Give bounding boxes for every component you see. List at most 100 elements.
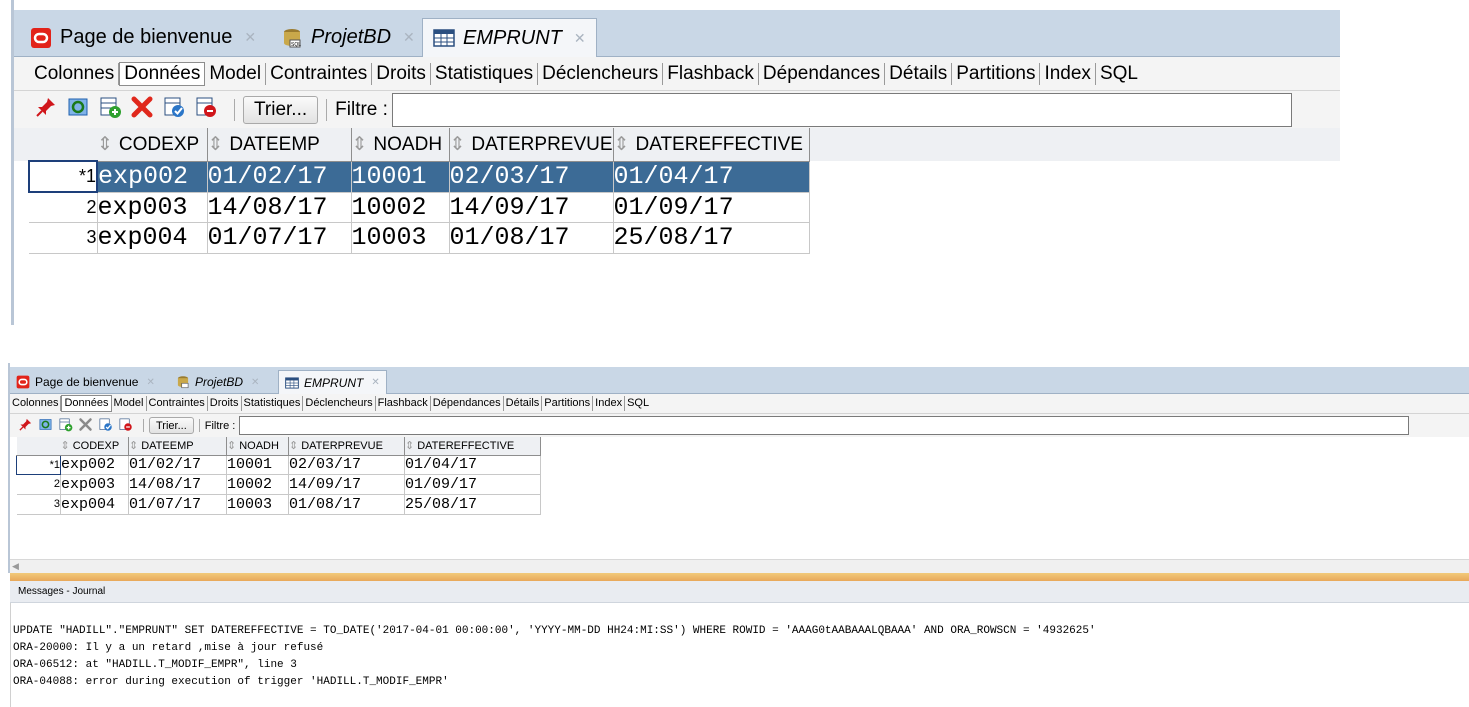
subtab-contraintes[interactable]: Contraintes — [266, 62, 373, 85]
subtab-dependances[interactable]: Dépendances — [759, 62, 886, 85]
pin-icon[interactable] — [18, 417, 33, 435]
filter-input[interactable] — [391, 92, 1292, 127]
insert-row-icon[interactable] — [98, 95, 122, 125]
table-row[interactable]: 3 exp004 01/07/17 10003 01/08/17 25/08/1… — [29, 222, 810, 254]
close-icon[interactable]: ✕ — [146, 377, 154, 388]
table-cell[interactable]: exp004 — [97, 222, 208, 254]
subtab-statistiques[interactable]: Statistiques — [242, 396, 304, 411]
table-cell[interactable]: 10003 — [351, 222, 450, 254]
subtab-donnees[interactable]: Données — [61, 395, 112, 412]
table-row[interactable]: *1 exp002 01/02/17 10001 02/03/17 01/04/… — [28, 160, 810, 193]
table-cell[interactable]: 01/09/17 — [613, 192, 810, 223]
table-cell[interactable]: 02/03/17 — [288, 455, 405, 475]
table-cell[interactable]: 10002 — [226, 474, 289, 495]
subtab-model[interactable]: Model — [205, 62, 267, 85]
subtab-donnees[interactable]: Données — [119, 61, 206, 86]
table-cell[interactable]: 25/08/17 — [404, 494, 541, 515]
pin-icon[interactable] — [34, 95, 58, 125]
subtab-dependances[interactable]: Dépendances — [431, 396, 504, 411]
column-header-codexp[interactable]: ⇕ CODEXP — [97, 128, 208, 162]
close-icon[interactable]: ✕ — [403, 29, 415, 46]
horizontal-scrollbar[interactable]: ◀ — [10, 559, 1469, 573]
close-icon[interactable]: ✕ — [251, 377, 259, 388]
table-row[interactable]: *1 exp002 01/02/17 10001 02/03/17 01/04/… — [16, 454, 541, 475]
insert-row-icon[interactable] — [58, 417, 73, 435]
tab-emprunt[interactable]: EMPRUNT ✕ — [422, 18, 597, 57]
row-number[interactable]: 2 — [16, 474, 61, 495]
table-row[interactable]: 3 exp004 01/07/17 10003 01/08/17 25/08/1… — [16, 494, 541, 515]
tab-projetbd[interactable]: SQL ProjetBD ✕ — [271, 18, 425, 57]
column-header-dateemp[interactable]: ⇕ DATEEMP — [128, 437, 227, 456]
row-number[interactable]: 3 — [16, 494, 61, 515]
column-header-datereffective[interactable]: ⇕ DATEREFFECTIVE — [613, 128, 810, 162]
table-cell[interactable]: 10001 — [226, 455, 289, 475]
subtab-details[interactable]: Détails — [504, 396, 543, 411]
table-cell[interactable]: 14/08/17 — [207, 192, 352, 223]
refresh-icon[interactable] — [38, 417, 53, 435]
table-cell[interactable]: 01/04/17 — [613, 161, 810, 193]
table-cell[interactable]: 14/09/17 — [288, 474, 405, 495]
subtab-sql[interactable]: SQL — [1096, 63, 1142, 85]
row-number[interactable]: *1 — [28, 160, 98, 193]
close-icon[interactable]: ✕ — [371, 377, 379, 388]
subtab-index[interactable]: Index — [1040, 62, 1096, 85]
column-header-noadh[interactable]: ⇕ NOADH — [226, 437, 289, 456]
table-cell[interactable]: exp004 — [60, 494, 129, 515]
close-icon[interactable]: ✕ — [574, 30, 586, 47]
rollback-icon[interactable] — [118, 417, 133, 435]
panel-splitter[interactable] — [10, 573, 1469, 581]
subtab-flashback[interactable]: Flashback — [376, 396, 431, 411]
tab-page-de-bienvenue[interactable]: Page de bienvenue ✕ — [20, 18, 266, 57]
subtab-partitions[interactable]: Partitions — [542, 396, 594, 411]
table-cell[interactable]: 14/08/17 — [128, 474, 227, 495]
table-cell[interactable]: exp003 — [60, 474, 129, 495]
commit-icon[interactable] — [162, 95, 186, 125]
table-row[interactable]: 2 exp003 14/08/17 10002 14/09/17 01/09/1… — [29, 192, 810, 223]
column-header-daterprevue[interactable]: ⇕ DATERPREVUE — [288, 437, 405, 456]
rollback-icon[interactable] — [194, 95, 218, 125]
table-cell[interactable]: 01/02/17 — [207, 161, 352, 193]
table-cell[interactable]: 01/02/17 — [128, 455, 227, 475]
table-cell[interactable]: exp003 — [97, 192, 208, 223]
column-header-dateemp[interactable]: ⇕ DATEEMP — [207, 128, 352, 162]
sort-button[interactable]: Trier... — [149, 417, 194, 434]
table-cell[interactable]: 01/08/17 — [288, 494, 405, 515]
table-cell[interactable]: 14/09/17 — [449, 192, 614, 223]
delete-row-icon[interactable] — [78, 417, 93, 435]
table-cell[interactable]: 10001 — [351, 161, 450, 193]
row-number[interactable]: 2 — [29, 192, 98, 223]
row-number[interactable]: *1 — [16, 454, 61, 475]
subtab-index[interactable]: Index — [593, 396, 626, 411]
tab-projetbd[interactable]: ProjetBD ✕ — [170, 370, 265, 394]
table-cell[interactable]: 10002 — [351, 192, 450, 223]
table-cell[interactable]: 02/03/17 — [449, 161, 614, 193]
refresh-icon[interactable] — [66, 95, 90, 125]
table-cell[interactable]: 01/09/17 — [404, 474, 541, 495]
table-cell[interactable]: 25/08/17 — [613, 222, 810, 254]
table-cell[interactable]: 01/08/17 — [449, 222, 614, 254]
column-header-noadh[interactable]: ⇕ NOADH — [351, 128, 450, 162]
delete-row-icon[interactable] — [130, 95, 154, 125]
row-number[interactable]: 3 — [29, 222, 98, 254]
close-icon[interactable]: ✕ — [244, 29, 256, 46]
subtab-droits[interactable]: Droits — [372, 62, 431, 85]
subtab-droits[interactable]: Droits — [208, 396, 242, 411]
subtab-colonnes[interactable]: Colonnes — [10, 396, 62, 411]
table-cell[interactable]: 10003 — [226, 494, 289, 515]
subtab-flashback[interactable]: Flashback — [663, 62, 759, 85]
filter-input[interactable] — [239, 416, 1410, 435]
column-header-datereffective[interactable]: ⇕ DATEREFFECTIVE — [404, 437, 541, 456]
subtab-model[interactable]: Model — [112, 396, 147, 411]
table-cell[interactable]: 01/07/17 — [207, 222, 352, 254]
table-row[interactable]: 2 exp003 14/08/17 10002 14/09/17 01/09/1… — [16, 474, 541, 495]
table-cell[interactable]: 01/04/17 — [404, 455, 541, 475]
column-header-codexp[interactable]: ⇕ CODEXP — [60, 437, 129, 456]
subtab-colonnes[interactable]: Colonnes — [30, 62, 120, 85]
commit-icon[interactable] — [98, 417, 113, 435]
subtab-sql[interactable]: SQL — [625, 396, 651, 411]
tab-emprunt[interactable]: EMPRUNT ✕ — [278, 370, 387, 394]
column-header-daterprevue[interactable]: ⇕ DATERPREVUE — [449, 128, 614, 162]
table-cell[interactable]: 01/07/17 — [128, 494, 227, 515]
scroll-left-icon[interactable]: ◀ — [12, 561, 19, 572]
subtab-partitions[interactable]: Partitions — [952, 62, 1041, 85]
